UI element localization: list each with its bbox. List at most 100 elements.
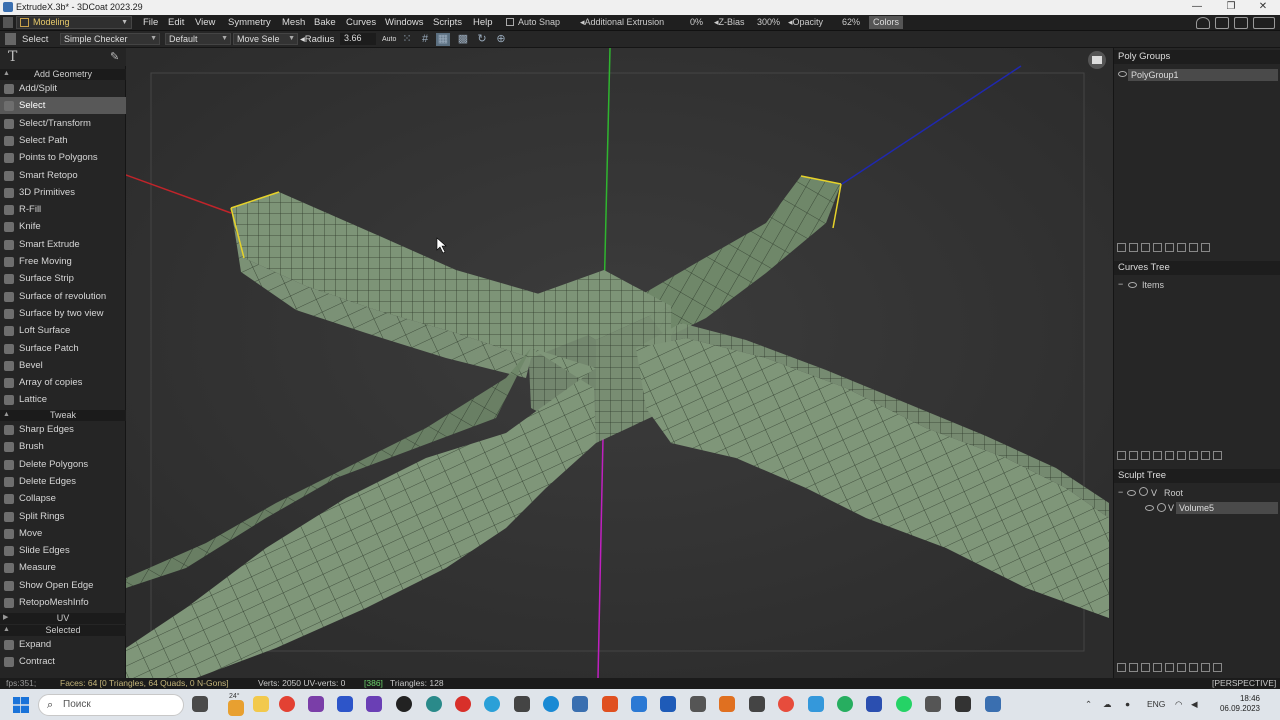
tool-knife[interactable]: Knife — [0, 218, 126, 235]
tool-bevel[interactable]: Bevel — [0, 357, 126, 374]
pen-icon[interactable]: ✎ — [110, 50, 119, 63]
radius-label[interactable]: ◂Radius — [300, 34, 334, 45]
tool-r-fill[interactable]: R-Fill — [0, 201, 126, 218]
blender-icon[interactable] — [719, 696, 735, 712]
tool-slide-edges[interactable]: Slide Edges — [0, 542, 126, 559]
sculpt-root[interactable]: Root — [1164, 488, 1183, 498]
tool-expand[interactable]: Expand — [0, 636, 126, 653]
auto-snap-checkbox[interactable] — [506, 18, 514, 26]
opacity-value[interactable]: 62% — [842, 17, 860, 27]
tool-lattice[interactable]: Lattice — [0, 391, 126, 408]
faces-icon[interactable]: ▦ — [436, 33, 450, 46]
tool-split-rings[interactable]: Split Rings — [0, 508, 126, 525]
menu-edit[interactable]: Edit — [168, 17, 184, 28]
additional-extrusion-label[interactable]: ◂Additional Extrusion — [580, 17, 664, 28]
maximize-button[interactable]: ❐ — [1214, 0, 1248, 15]
tool-select-transform[interactable]: Select/Transform — [0, 115, 126, 132]
app-icon[interactable] — [514, 696, 530, 712]
tool-add-split[interactable]: Add/Split — [0, 80, 126, 97]
paint-icon[interactable] — [1253, 17, 1275, 29]
mode-dropdown[interactable]: Modeling ▼ — [16, 16, 132, 29]
tool-delete-polygons[interactable]: Delete Polygons — [0, 456, 126, 473]
tool-smart-extrude[interactable]: Smart Extrude — [0, 236, 126, 253]
app-icon[interactable] — [660, 696, 676, 712]
menu-file[interactable]: File — [143, 17, 158, 28]
polygroup-item[interactable]: PolyGroup1 — [1128, 69, 1278, 81]
player-icon[interactable] — [396, 696, 412, 712]
grid-icon[interactable]: # — [418, 33, 432, 46]
close-button[interactable]: ✕ — [1246, 0, 1280, 15]
3d-viewport[interactable] — [126, 48, 1113, 678]
cloud-icon[interactable]: ☁ — [1103, 699, 1112, 710]
onenote-icon[interactable] — [308, 696, 324, 712]
pentagon-icon[interactable] — [1196, 17, 1210, 29]
vertices-icon[interactable]: ⁙ — [400, 33, 414, 46]
3dcoat-icon[interactable] — [426, 696, 442, 712]
tool-brush[interactable]: Brush — [0, 438, 126, 455]
tool-select[interactable]: Select — [0, 97, 126, 115]
tool-contract[interactable]: Contract — [0, 653, 126, 670]
menu-help[interactable]: Help — [473, 17, 493, 28]
app-icon[interactable] — [808, 696, 824, 712]
tool-sharp-edges[interactable]: Sharp Edges — [0, 421, 126, 438]
auto-label[interactable]: Auto — [382, 36, 396, 43]
app-icon[interactable] — [572, 696, 588, 712]
app-icon[interactable] — [925, 696, 941, 712]
menu-view[interactable]: View — [195, 17, 215, 28]
menu-symmetry[interactable]: Symmetry — [228, 17, 271, 28]
app-icon[interactable] — [749, 696, 765, 712]
transform-icon[interactable]: ⊕ — [494, 33, 508, 46]
visualstudio-icon[interactable] — [366, 696, 382, 712]
curves-tools[interactable] — [1117, 451, 1277, 463]
tool-surface-of-revolution[interactable]: Surface of revolution — [0, 288, 126, 305]
collapse-icon[interactable]: − — [1118, 279, 1123, 289]
collapse-icon[interactable]: − — [1118, 487, 1123, 497]
tool-surface-by-two-view[interactable]: Surface by two view — [0, 305, 126, 322]
tool-free-moving[interactable]: Free Moving — [0, 253, 126, 270]
eye-icon[interactable] — [1118, 71, 1127, 77]
tool-smart-retopo[interactable]: Smart Retopo — [0, 167, 126, 184]
opacity-label[interactable]: ◂Opacity — [788, 17, 823, 28]
ghost-icon[interactable] — [1139, 487, 1148, 496]
save-icon[interactable] — [866, 696, 882, 712]
minimize-button[interactable]: — — [1180, 0, 1214, 15]
explorer-icon[interactable] — [253, 696, 269, 712]
app-icon[interactable] — [955, 696, 971, 712]
app-icon[interactable] — [337, 696, 353, 712]
mic-icon[interactable]: ● — [1125, 699, 1130, 709]
chrome-icon[interactable] — [837, 696, 853, 712]
app-icon[interactable] — [985, 696, 1001, 712]
brush-icon[interactable] — [1234, 17, 1248, 29]
volume-icon[interactable]: ◀ — [1191, 699, 1198, 710]
word-icon[interactable] — [631, 696, 647, 712]
move-selection-dropdown[interactable]: Move Sele ▼ — [233, 33, 298, 45]
tool-show-open-edge[interactable]: Show Open Edge — [0, 577, 126, 594]
default-dropdown[interactable]: Default ▼ — [165, 33, 231, 45]
tool-measure[interactable]: Measure — [0, 559, 126, 576]
menu-scripts[interactable]: Scripts — [433, 17, 462, 28]
taskview-icon[interactable] — [192, 696, 208, 712]
tool-delete-edges[interactable]: Delete Edges — [0, 473, 126, 490]
selected-header[interactable]: ▲ Selected — [0, 625, 126, 636]
checker-dropdown[interactable]: Simple Checker ▼ — [60, 33, 160, 45]
radius-input[interactable]: 3.66 — [340, 33, 376, 45]
menu-icon[interactable] — [3, 17, 13, 28]
taskbar-search[interactable]: ⌕ Поиск — [38, 694, 184, 716]
window-icon[interactable] — [1215, 17, 1229, 29]
colors-button[interactable]: Colors — [869, 16, 903, 29]
app-icon[interactable] — [778, 696, 794, 712]
volume-item[interactable]: Volume5 — [1176, 502, 1278, 514]
eye-icon[interactable] — [1145, 505, 1154, 511]
tool-move[interactable]: Move — [0, 525, 126, 542]
menu-windows[interactable]: Windows — [385, 17, 424, 28]
wifi-icon[interactable]: ◠ — [1175, 699, 1182, 710]
tool-retopomeshinfo[interactable]: RetopoMeshInfo — [0, 594, 126, 611]
eye-icon[interactable] — [1127, 490, 1136, 496]
telegram-icon[interactable] — [484, 696, 500, 712]
sculpt-tools[interactable] — [1117, 663, 1277, 675]
add-geometry-header[interactable]: ▲ Add Geometry — [0, 69, 126, 80]
tool-select-path[interactable]: Select Path — [0, 132, 126, 149]
chrome-icon[interactable] — [279, 696, 295, 712]
tool-points-to-polygons[interactable]: Points to Polygons — [0, 149, 126, 166]
tool-loft-surface[interactable]: Loft Surface — [0, 322, 126, 339]
